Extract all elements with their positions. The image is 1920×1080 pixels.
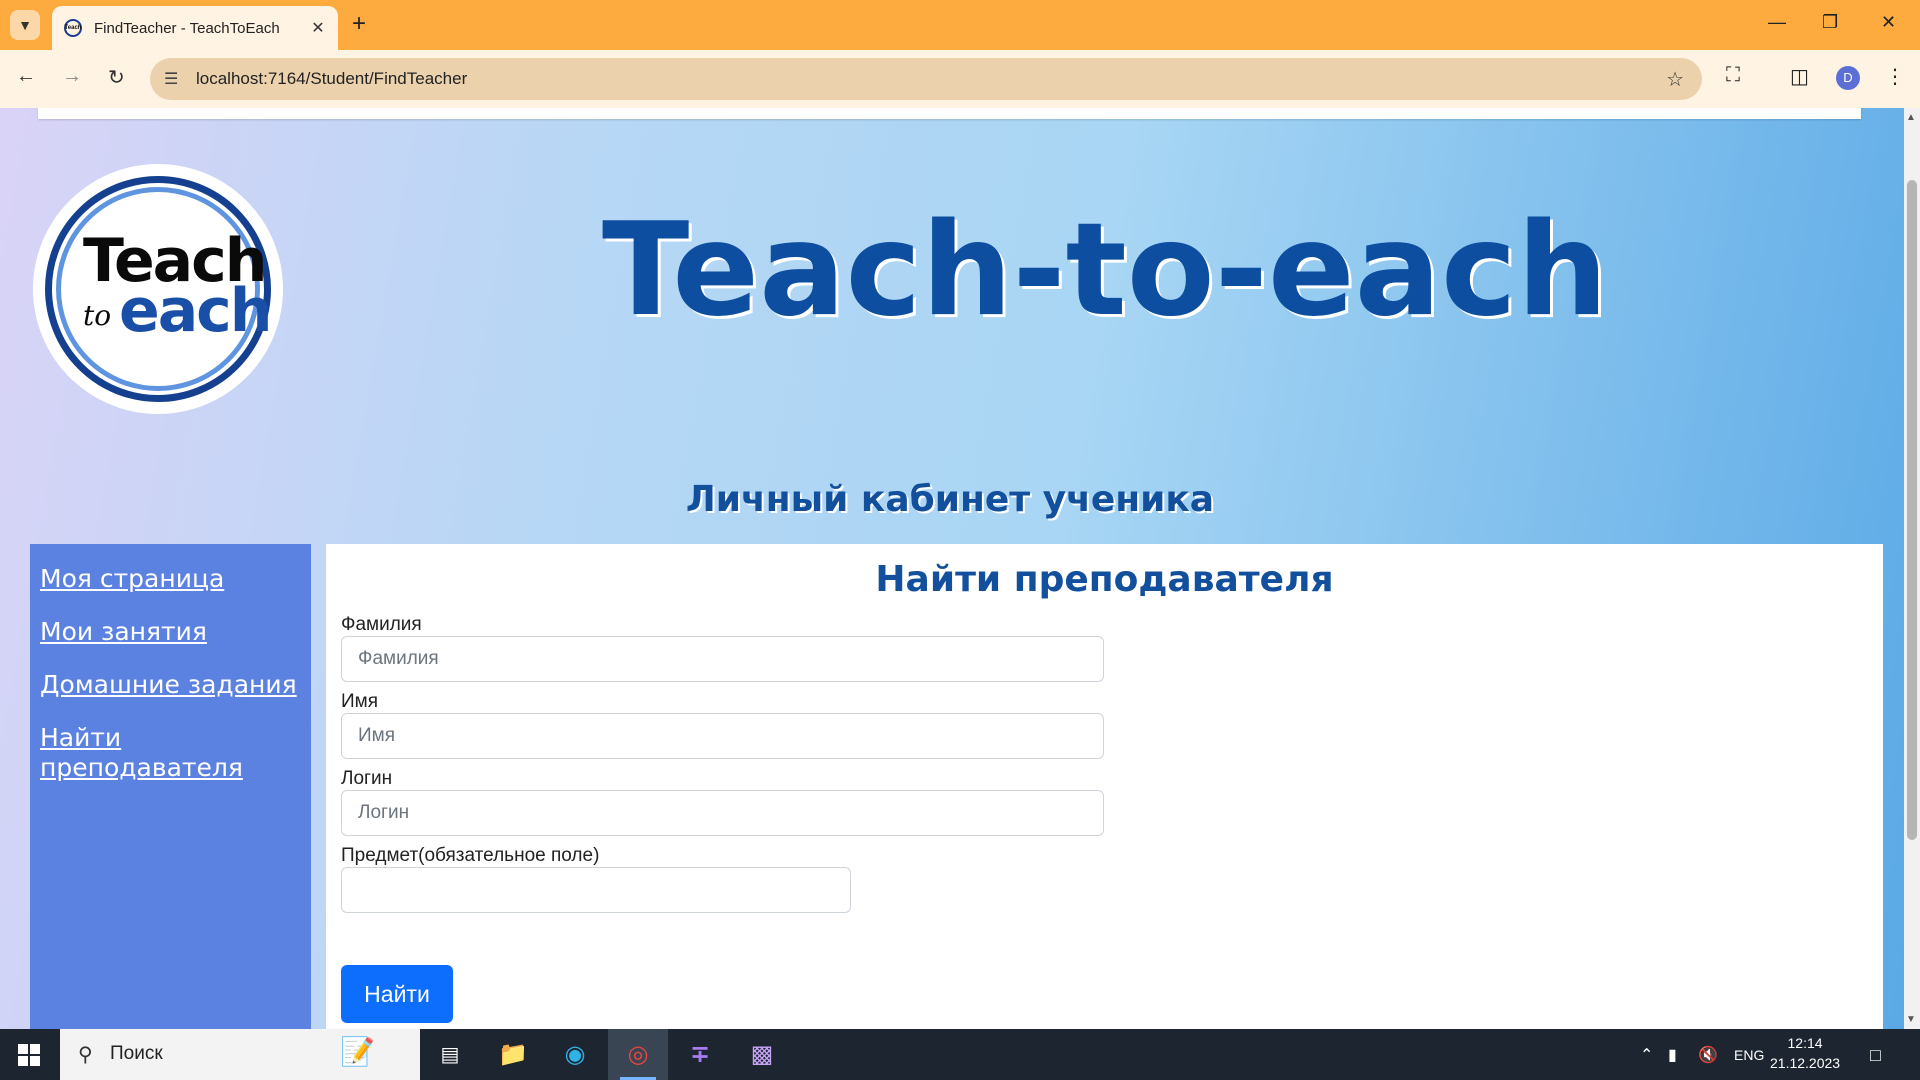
- lastname-input[interactable]: [341, 636, 1104, 682]
- browser-tab[interactable]: Teach FindTeacher - TeachToEach ✕: [52, 6, 338, 50]
- forward-icon[interactable]: →: [62, 65, 82, 88]
- notifications-icon[interactable]: □: [1870, 1045, 1881, 1066]
- login-input[interactable]: [341, 790, 1104, 836]
- back-icon[interactable]: ←: [16, 65, 36, 88]
- visual-studio-icon[interactable]: ∓: [670, 1029, 730, 1080]
- firstname-label: Имя: [341, 691, 379, 712]
- clock-time: 12:14: [1787, 1035, 1823, 1051]
- side-panel-icon[interactable]: ◫: [1790, 64, 1809, 89]
- clock-date: 21.12.2023: [1770, 1055, 1841, 1071]
- cabinet-title: Личный кабинет ученика: [685, 479, 1215, 520]
- file-explorer-icon[interactable]: 📁: [483, 1029, 543, 1080]
- chrome-icon[interactable]: ◎: [608, 1029, 668, 1080]
- search-button[interactable]: Найти: [341, 965, 453, 1023]
- extensions-icon[interactable]: ⛶: [1726, 64, 1740, 87]
- address-bar[interactable]: ☰ localhost:7164/Student/FindTeacher ☆: [150, 58, 1702, 100]
- new-tab-icon[interactable]: +: [352, 10, 366, 38]
- tray-chevron-icon[interactable]: ⌃: [1640, 1045, 1653, 1065]
- close-tab-icon[interactable]: ✕: [306, 18, 330, 38]
- sidebar: Моя страница Мои занятия Домашние задани…: [30, 544, 311, 1029]
- sidebar-link-find-teacher[interactable]: Найти преподавателя: [40, 723, 311, 783]
- search-highlight-icon: 📝: [340, 1036, 375, 1067]
- scroll-up-icon[interactable]: ▲: [1906, 112, 1916, 123]
- volume-muted-icon[interactable]: 🔇: [1698, 1045, 1718, 1065]
- reload-icon[interactable]: ↻: [108, 65, 125, 90]
- page-scrollbar[interactable]: ▲ ▼: [1904, 108, 1920, 1029]
- tab-title: FindTeacher - TeachToEach: [94, 19, 280, 37]
- subject-label: Предмет(обязательное поле): [341, 845, 600, 866]
- browser-tab-bar: ▼ Teach FindTeacher - TeachToEach ✕ + — …: [0, 0, 1920, 50]
- subject-input[interactable]: [341, 867, 851, 913]
- bookmark-star-icon[interactable]: ☆: [1666, 67, 1684, 92]
- tab-search-button[interactable]: ▼: [10, 10, 40, 40]
- language-indicator[interactable]: ENG: [1734, 1047, 1764, 1063]
- site-info-icon[interactable]: ☰: [164, 69, 178, 89]
- sidebar-link-my-page[interactable]: Моя страница: [40, 564, 311, 594]
- chevron-down-icon: ▼: [18, 17, 32, 33]
- restore-icon[interactable]: ❐: [1822, 12, 1838, 33]
- favicon-icon: Teach: [64, 19, 82, 37]
- site-title: Teach-to-each: [601, 196, 1609, 345]
- taskbar-search[interactable]: ⚲ Поиск 📝: [60, 1029, 420, 1080]
- page-viewport: Teach to each Teach-to-each Личный кабин…: [0, 108, 1904, 1029]
- firstname-input[interactable]: [341, 713, 1104, 759]
- browser-toolbar: ← → ↻ ☰ localhost:7164/Student/FindTeach…: [0, 50, 1920, 108]
- sidebar-link-homework[interactable]: Домашние задания: [40, 670, 311, 700]
- url-text[interactable]: localhost:7164/Student/FindTeacher: [196, 69, 467, 89]
- edge-icon[interactable]: ◉: [545, 1029, 605, 1080]
- find-teacher-panel: Найти преподавателя Фамилия Имя Логин Пр…: [326, 544, 1883, 1029]
- page-heading: Найти преподавателя: [875, 559, 1334, 600]
- search-icon: ⚲: [78, 1044, 93, 1066]
- sidebar-link-my-lessons[interactable]: Мои занятия: [40, 617, 311, 647]
- windows-start-icon[interactable]: [18, 1044, 40, 1066]
- task-view-icon[interactable]: ▤: [420, 1029, 480, 1080]
- profile-avatar[interactable]: D: [1836, 66, 1860, 90]
- lastname-label: Фамилия: [341, 614, 422, 635]
- top-strip: [38, 108, 1861, 119]
- scroll-thumb[interactable]: [1907, 180, 1917, 840]
- terminal-icon[interactable]: ▩: [732, 1029, 792, 1080]
- taskbar-clock[interactable]: 12:14 21.12.2023: [1770, 1033, 1840, 1073]
- minimize-icon[interactable]: —: [1768, 12, 1786, 33]
- login-label: Логин: [341, 768, 393, 789]
- close-window-icon[interactable]: ✕: [1881, 12, 1896, 33]
- battery-icon[interactable]: ▮: [1668, 1045, 1677, 1065]
- windows-taskbar: ⚲ Поиск 📝 ▤ 📁 ◉ ◎ ∓ ▩ ⌃ ▮ 🔇 ENG 12:14 21…: [0, 1029, 1920, 1080]
- scroll-down-icon[interactable]: ▼: [1906, 1014, 1916, 1025]
- taskbar-search-text: Поиск: [110, 1043, 163, 1064]
- menu-icon[interactable]: ⋮: [1885, 64, 1905, 89]
